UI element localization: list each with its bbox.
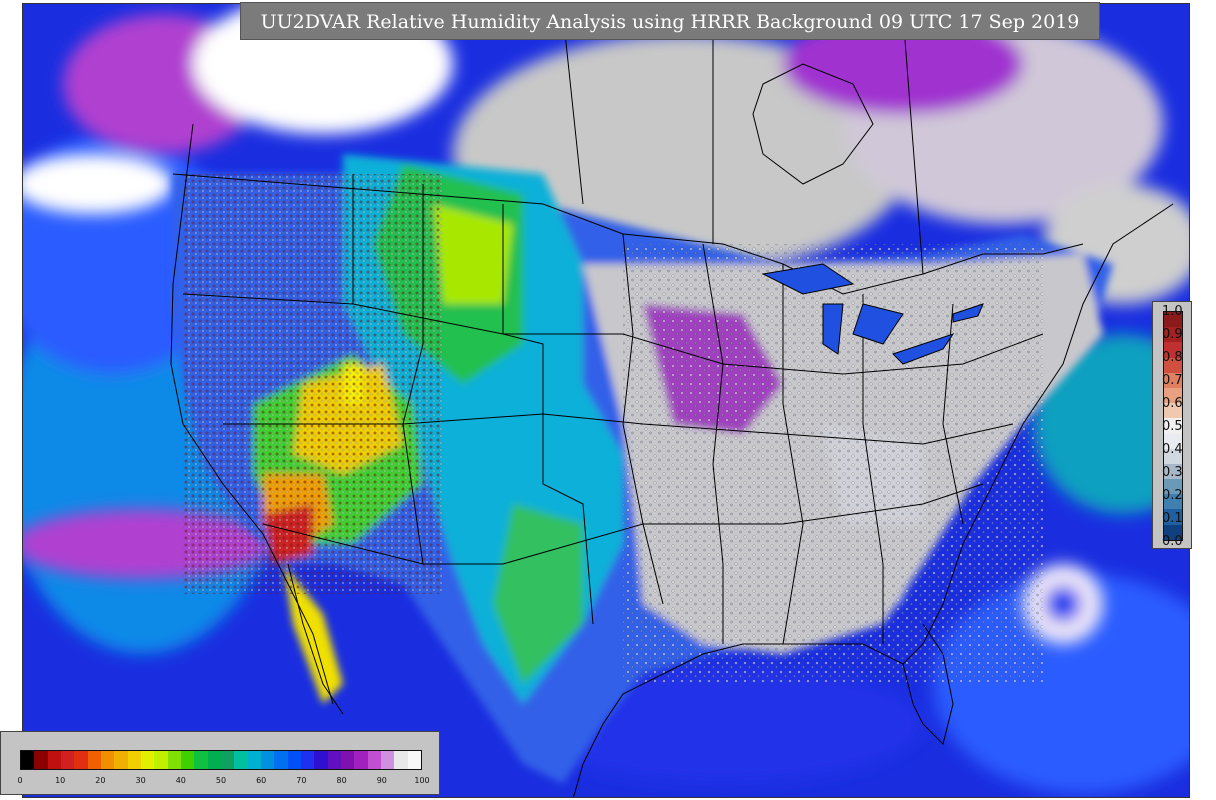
observation-colorbar-tick-label: 0.8 [1162, 350, 1183, 365]
observation-colorbar-tick-label: 0.5 [1162, 419, 1183, 434]
rh-colorbar-segment [260, 751, 275, 769]
rh-colorbar-segment [300, 751, 315, 769]
western-station-dots [183, 174, 443, 594]
observation-colorbar-tick-label: 0.0 [1162, 534, 1183, 549]
rh-colorbar-segment [34, 751, 48, 769]
rh-colorbar-tick-label: 30 [135, 776, 146, 785]
rh-colorbar-segment [60, 751, 75, 769]
rh-colorbar-tick-label: 20 [95, 776, 106, 785]
observation-colorbar-tick-label: 0.6 [1162, 396, 1183, 411]
rh-colorbar-segment [354, 751, 368, 769]
rh-colorbar-segment [274, 751, 288, 769]
rh-colorbar: 0 10 20 30 40 50 60 70 80 90 100 [0, 731, 440, 795]
map-canvas [23, 4, 1189, 797]
rh-colorbar-tick-label: 10 [55, 776, 66, 785]
rh-colorbar-tick-label: 60 [256, 776, 267, 785]
observation-colorbar-tick-label: 0.4 [1162, 442, 1183, 457]
rh-colorbar-segment [180, 751, 195, 769]
rh-colorbar-segment [367, 751, 381, 769]
observation-colorbar-tick-label: 0.3 [1162, 465, 1183, 480]
rh-analysis-map [22, 3, 1190, 798]
rh-colorbar-tick-label: 50 [215, 776, 227, 785]
rh-colorbar-segment [287, 751, 301, 769]
observation-colorbar-tick-label: 1.0 [1162, 304, 1183, 319]
rh-colorbar-tick-label: 90 [376, 776, 387, 785]
rh-colorbar-segment [220, 751, 235, 769]
rh-colorbar-segment [21, 751, 35, 769]
rh-colorbar-segment [207, 751, 221, 769]
rh-colorbar-segment [394, 751, 408, 769]
rh-colorbar-segment [100, 751, 115, 769]
rh-colorbar-segment [154, 751, 168, 769]
rh-colorbar-segment [327, 751, 341, 769]
rh-colorbar-tick-label: 0 [17, 776, 23, 785]
rh-colorbar-segment [167, 751, 181, 769]
rh-colorbar-segment [114, 751, 128, 769]
rh-colorbar-segment [194, 751, 208, 769]
rh-colorbar-tick-label: 40 [175, 776, 186, 785]
rh-colorbar-scale [20, 750, 422, 770]
observation-colorbar-tick-label: 0.1 [1162, 511, 1183, 526]
rh-colorbar-segment [74, 751, 88, 769]
observation-colorbar-tick-label: 0.7 [1162, 373, 1183, 388]
rh-colorbar-segment [314, 751, 328, 769]
rh-colorbar-segment [340, 751, 355, 769]
observation-colorbar-tick-label: 0.2 [1162, 488, 1183, 503]
rh-colorbar-tick-label: 100 [414, 776, 430, 785]
rh-colorbar-segment [140, 751, 155, 769]
rh-colorbar-segment [127, 751, 141, 769]
rh-colorbar-tick-label: 70 [296, 776, 307, 785]
rh-colorbar-tick-label: 80 [336, 776, 347, 785]
rh-colorbar-segment [247, 751, 261, 769]
rh-colorbar-segment [47, 751, 61, 769]
rh-colorbar-segment [407, 751, 421, 769]
map-title: UU2DVAR Relative Humidity Analysis using… [240, 2, 1100, 40]
rh-colorbar-segment [380, 751, 395, 769]
rh-colorbar-segment [234, 751, 248, 769]
observation-colorbar: 1.0 0.9 0.8 0.7 0.6 0.5 0.4 0.3 0.2 0.1 0.0 [1152, 301, 1192, 549]
observation-colorbar-tick-label: 0.9 [1162, 327, 1183, 342]
rh-colorbar-segment [87, 751, 101, 769]
